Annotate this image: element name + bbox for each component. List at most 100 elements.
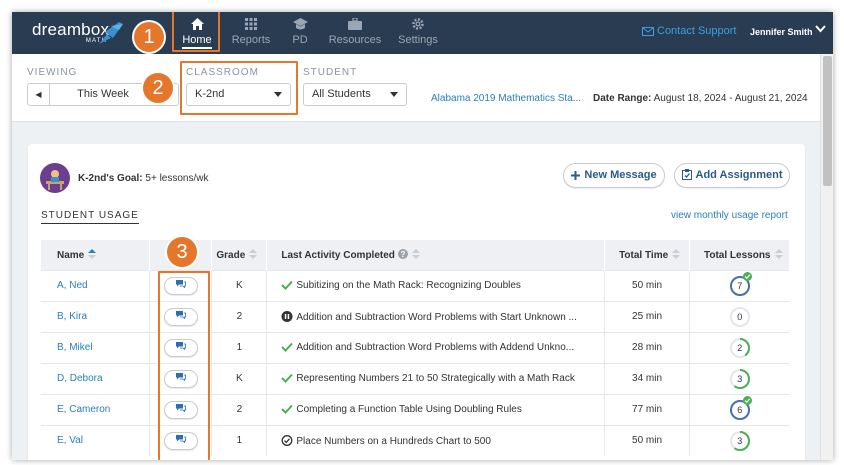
col-grade-label: Grade [216, 249, 246, 261]
col-total-time-label: Total Time [619, 249, 669, 261]
chevron-down-icon[interactable] [815, 25, 826, 33]
rocket-logo-icon [99, 22, 123, 44]
callout-badge-1: 1 [134, 22, 164, 52]
nav-resources[interactable]: Resources [327, 12, 383, 54]
check-icon [281, 404, 294, 414]
lessons-count: 3 [737, 435, 743, 446]
nav-settings-label: Settings [398, 34, 438, 46]
grade-cell: K [211, 269, 268, 301]
standard-link[interactable]: Alabama 2019 Mathematics Sta... [431, 93, 581, 104]
check-icon [281, 342, 294, 352]
svg-text:?: ? [400, 250, 405, 259]
col-last-activity-label: Last Activity Completed [281, 249, 395, 261]
table-row: B, Mikel 1 Addition and Subtraction Word P… [41, 331, 790, 363]
goal-met-check-icon [742, 271, 752, 281]
date-range-value: August 18, 2024 - August 21, 2024 [653, 93, 808, 104]
goal-met-check-icon [742, 395, 752, 405]
col-grade[interactable]: Grade [211, 240, 268, 270]
student-name-link[interactable]: E, Val [45, 435, 83, 446]
grade-cell: 2 [211, 393, 268, 425]
monthly-usage-link[interactable]: view monthly usage report [671, 210, 788, 221]
sort-icon [249, 248, 258, 259]
nav-settings[interactable]: Settings [395, 12, 441, 54]
last-activity-cell: Place Numbers on a Hundreds Chart to 500 [266, 424, 606, 456]
student-name-cell: E, Val [41, 424, 151, 456]
col-total-time[interactable]: Total Time [604, 240, 690, 270]
student-value: All Students [312, 88, 371, 100]
nav-pd[interactable]: PD [285, 12, 315, 54]
prev-period-button[interactable]: ◀ [28, 84, 50, 105]
usage-table-body: A, Ned K Subitizing on the Math Rack: Reco… [41, 269, 790, 456]
callout-highlight-classroom [180, 61, 298, 115]
lessons-ring: 7 [729, 271, 752, 297]
sort-icon [411, 248, 420, 259]
total-time-cell: 50 min [604, 424, 690, 456]
caret-left-icon: ◀ [35, 90, 42, 99]
grade-cell: 1 [211, 424, 268, 456]
total-time-cell: 50 min [604, 269, 690, 301]
lessons-ring: 3 [729, 430, 751, 452]
student-label: STUDENT [303, 67, 358, 78]
gear-icon [395, 12, 441, 34]
add-assignment-button[interactable]: Add Assignment [674, 163, 790, 188]
student-name-cell: D, Debora [41, 362, 151, 394]
student-name-link[interactable]: B, Mikel [45, 342, 93, 353]
total-lessons-cell: 3 [689, 424, 790, 456]
total-lessons-cell: 3 [689, 362, 790, 394]
student-name-cell: A, Ned [41, 269, 151, 301]
student-name-link[interactable]: B, Kira [45, 311, 87, 322]
scroll-thumb[interactable] [823, 56, 832, 186]
new-message-button[interactable]: New Message [563, 163, 665, 188]
caret-down-icon [390, 92, 398, 97]
total-lessons-cell: 6 [689, 393, 790, 425]
app-window: dreambox MATH Home Reports PD Resources … [12, 12, 833, 460]
user-menu[interactable]: Jennifer Smith [750, 27, 813, 37]
circle-check-icon [281, 434, 293, 446]
grid-icon [230, 12, 272, 34]
last-activity-text: Addition and Subtraction Word Problems w… [296, 311, 577, 323]
total-lessons-cell: 0 [689, 300, 790, 332]
add-assignment-label: Add Assignment [695, 169, 783, 181]
callout-badge-2: 2 [143, 73, 173, 103]
viewing-label: VIEWING [27, 67, 78, 78]
check-icon [281, 280, 294, 290]
col-name-label: Name [57, 249, 85, 261]
last-activity-text: Representing Numbers 21 to 50 Strategica… [296, 373, 575, 384]
nav-reports-label: Reports [231, 34, 271, 46]
last-activity-cell: Completing a Function Table Using Doubli… [266, 393, 606, 425]
student-select[interactable]: All Students [303, 83, 407, 106]
student-name-link[interactable]: A, Ned [45, 280, 88, 291]
lessons-ring: 0 [729, 306, 751, 328]
contact-support-link[interactable]: Contact Support [642, 25, 737, 37]
help-icon[interactable]: ? [397, 248, 408, 259]
last-activity-text: Completing a Function Table Using Doubli… [296, 404, 522, 415]
lessons-count: 0 [737, 311, 743, 322]
col-name[interactable]: Name [41, 240, 151, 270]
col-total-lessons[interactable]: Total Lessons [689, 240, 790, 270]
col-total-lessons-label: Total Lessons [704, 249, 771, 261]
check-icon [281, 373, 294, 383]
scrollbar[interactable] [820, 54, 833, 460]
student-name-link[interactable]: D, Debora [45, 373, 103, 384]
total-lessons-cell: 2 [689, 331, 790, 363]
classroom-avatar [40, 163, 70, 193]
col-last-activity[interactable]: Last Activity Completed ? [266, 240, 606, 270]
classroom-goal: K-2nd's Goal: 5+ lessons/wk [78, 173, 208, 184]
viewing-period-value: This Week [77, 88, 129, 100]
total-lessons-cell: 7 [689, 269, 790, 301]
table-row: A, Ned K Subitizing on the Math Rack: Reco… [41, 269, 790, 301]
total-time-cell: 25 min [604, 300, 690, 332]
callout-highlight-message [158, 271, 210, 460]
total-time-cell: 28 min [604, 331, 690, 363]
nav-reports[interactable]: Reports [230, 12, 272, 54]
student-usage-title: STUDENT USAGE [41, 210, 139, 224]
lessons-ring: 2 [729, 337, 751, 359]
callout-highlight-home [172, 12, 220, 52]
table-header-row: Name Grade Last Activity Completed ? Tot… [41, 240, 790, 270]
table-row: D, Debora K Representing Numbers 21 to 50 … [41, 362, 790, 394]
lessons-ring: 3 [729, 368, 751, 390]
student-name-link[interactable]: E, Cameron [45, 404, 110, 415]
total-time-cell: 34 min [604, 362, 690, 394]
sort-asc-icon [88, 248, 97, 259]
callout-badge-3: 3 [167, 237, 197, 267]
